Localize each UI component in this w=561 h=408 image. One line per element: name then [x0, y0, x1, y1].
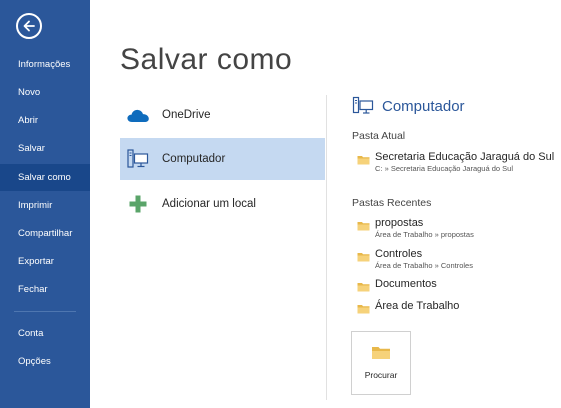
folder-path: C: » Secretaria Educação Jaraguá do Sul [375, 164, 513, 173]
nav-imprimir[interactable]: Imprimir [0, 192, 90, 219]
folder-icon [357, 218, 370, 231]
nav-fechar[interactable]: Fechar [0, 276, 90, 303]
panel-divider [326, 95, 327, 400]
recent-folder-item[interactable]: Documentos [357, 278, 437, 292]
folder-name: propostas [375, 217, 424, 229]
folder-icon [371, 344, 391, 360]
recent-folder-item[interactable]: Área de Trabalho [357, 300, 460, 314]
page-title: Salvar como [120, 43, 293, 76]
location-onedrive[interactable]: OneDrive [120, 94, 325, 136]
location-adicionar[interactable]: Adicionar um local [120, 183, 325, 225]
folder-icon [357, 279, 370, 292]
nav-exportar[interactable]: Exportar [0, 248, 90, 275]
folder-icon [357, 152, 370, 165]
cloud-icon [126, 103, 150, 127]
location-label: OneDrive [162, 109, 211, 121]
folder-name: Controles [375, 248, 423, 260]
location-label: Adicionar um local [162, 198, 256, 210]
nav-abrir[interactable]: Abrir [0, 107, 90, 134]
nav-salvar[interactable]: Salvar [0, 135, 90, 162]
right-panel-title: Computador [352, 96, 465, 116]
folder-name: Área de Trabalho [375, 300, 460, 312]
browse-button[interactable]: Procurar [351, 331, 411, 395]
folder-name: Documentos [375, 278, 437, 290]
location-computador[interactable]: Computador [120, 138, 325, 180]
right-panel-title-text: Computador [382, 97, 465, 115]
back-arrow-icon [23, 20, 35, 32]
sidebar-divider [14, 311, 76, 312]
folder-name: Secretaria Educação Jaraguá do Sul [375, 151, 555, 163]
browse-label: Procurar [364, 370, 398, 380]
nav-salvar-como[interactable]: Salvar como [0, 164, 90, 191]
nav-novo[interactable]: Novo [0, 79, 90, 106]
folder-path: Área de Trabalho » propostas [375, 230, 474, 239]
computer-icon [352, 96, 374, 116]
nav-informacoes[interactable]: Informações [0, 51, 90, 78]
backstage-sidebar: Informações Novo Abrir Salvar Salvar com… [0, 0, 90, 408]
nav-opcoes[interactable]: Opções [0, 348, 90, 375]
current-folder-item[interactable]: Secretaria Educação Jaraguá do Sul C: » … [357, 151, 554, 174]
back-button[interactable] [16, 13, 42, 39]
computer-icon [126, 147, 150, 171]
location-label: Computador [162, 153, 226, 165]
folder-icon [357, 249, 370, 262]
nav-conta[interactable]: Conta [0, 320, 90, 347]
current-folder-heading: Pasta Atual [352, 130, 406, 142]
recent-folder-item[interactable]: Controles Área de Trabalho » Controles [357, 248, 473, 271]
plus-icon [126, 192, 150, 216]
recent-folders-heading: Pastas Recentes [352, 197, 432, 209]
folder-icon [357, 301, 370, 314]
folder-path: Área de Trabalho » Controles [375, 261, 473, 270]
recent-folder-item[interactable]: propostas Área de Trabalho » propostas [357, 217, 474, 240]
nav-compartilhar[interactable]: Compartilhar [0, 220, 90, 247]
